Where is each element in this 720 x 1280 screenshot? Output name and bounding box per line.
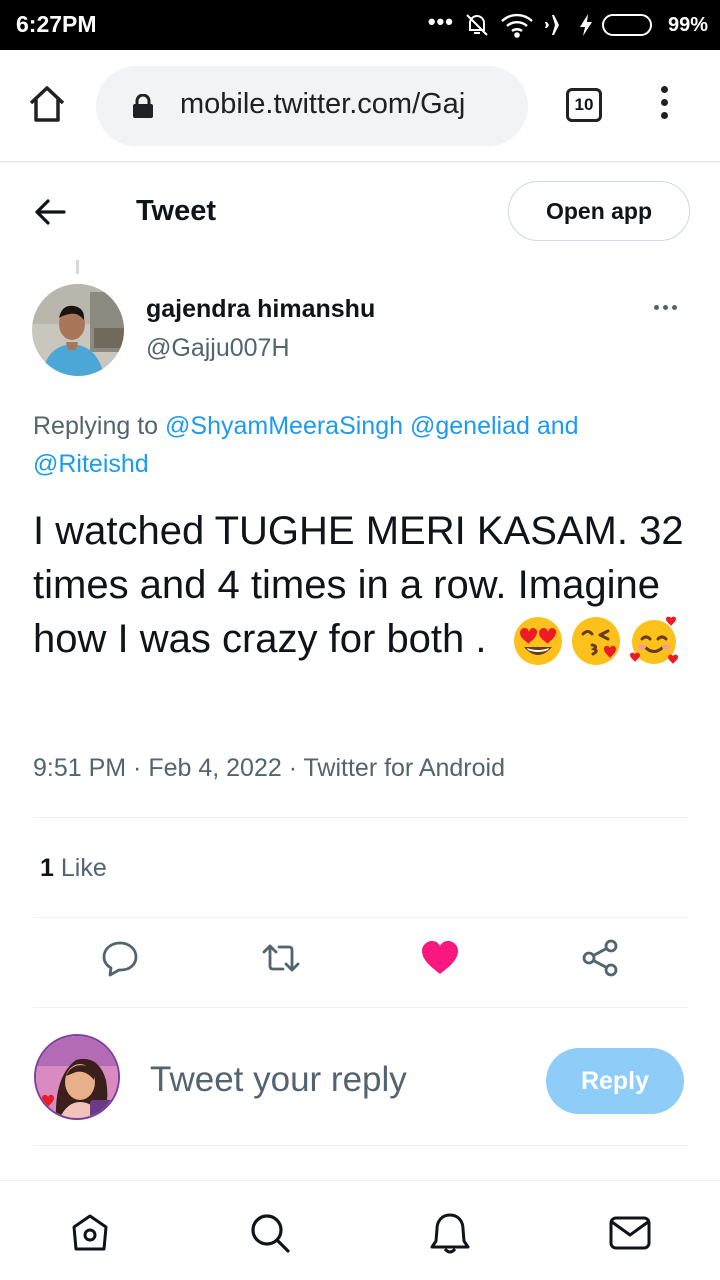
mention-link[interactable]: @Riteishd	[33, 450, 149, 478]
replying-to: Replying to @ShyamMeeraSingh @geneliad a…	[33, 407, 673, 483]
reply-avatar[interactable]	[34, 1034, 120, 1120]
author-name[interactable]: gajendra himanshu	[146, 295, 375, 324]
kissing-heart-emoji	[570, 615, 622, 667]
mention-link[interactable]: @geneliad	[410, 412, 530, 440]
tweet-text: I watched TUGHE MERI KASAM. 32 times and…	[33, 504, 693, 667]
status-icons: ••• 99%	[428, 9, 708, 41]
emoji-row	[512, 615, 680, 667]
share-icon[interactable]	[580, 938, 620, 978]
replying-and[interactable]: and	[537, 412, 579, 440]
thread-connector	[76, 260, 79, 274]
open-app-button[interactable]: Open app	[508, 181, 690, 241]
mention-link[interactable]: @ShyamMeeraSingh	[165, 412, 403, 440]
mute-icon	[464, 12, 490, 38]
lock-icon	[132, 93, 154, 118]
heart-eyes-emoji	[512, 615, 564, 667]
battery-icon	[601, 14, 652, 36]
divider	[33, 817, 688, 818]
airplane-icon	[544, 12, 570, 38]
divider	[33, 917, 688, 918]
like-count-label: Like	[60, 854, 107, 882]
home-icon[interactable]	[26, 83, 68, 125]
status-bar: 6:27PM ••• 99%	[0, 0, 720, 50]
like-count[interactable]: 1 Like	[40, 854, 107, 883]
like-count-number: 1	[40, 854, 54, 882]
divider	[33, 1145, 688, 1146]
like-icon[interactable]	[420, 938, 460, 978]
avatar[interactable]	[32, 284, 124, 376]
author-handle[interactable]: @Gajju007H	[146, 334, 290, 363]
retweet-icon[interactable]	[260, 938, 300, 978]
charging-icon	[579, 14, 592, 36]
more-dots-icon: •••	[427, 9, 454, 34]
address-bar[interactable]: mobile.twitter.com/Gaj	[96, 66, 528, 146]
reply-icon[interactable]	[100, 938, 140, 978]
tweet-meta: 9:51 PM · Feb 4, 2022 · Twitter for Andr…	[33, 754, 505, 782]
back-arrow-icon[interactable]	[34, 197, 66, 227]
notifications-icon[interactable]	[428, 1211, 472, 1255]
url-text[interactable]: mobile.twitter.com/Gaj	[180, 88, 510, 121]
messages-icon[interactable]	[608, 1211, 652, 1255]
status-time: 6:27PM	[16, 11, 97, 37]
browser-toolbar: mobile.twitter.com/Gaj 10	[0, 50, 720, 162]
tweet-header: Tweet Open app	[0, 163, 720, 258]
search-icon[interactable]	[248, 1211, 292, 1255]
menu-icon[interactable]	[654, 86, 674, 126]
battery-percent: 99%	[667, 13, 708, 36]
tabs-icon[interactable]: 10	[566, 88, 602, 122]
page-title: Tweet	[136, 195, 217, 227]
wifi-icon	[500, 12, 534, 38]
more-options-icon[interactable]	[654, 305, 677, 310]
smiling-hearts-emoji	[628, 615, 680, 667]
reply-button[interactable]: Reply	[546, 1048, 684, 1114]
reply-input[interactable]: Tweet your reply	[150, 1060, 407, 1100]
bottom-nav	[0, 1180, 720, 1280]
battery-body	[601, 14, 652, 36]
tweet-actions	[0, 938, 720, 988]
replying-prefix: Replying to	[33, 412, 159, 440]
divider	[33, 1007, 688, 1008]
home-icon[interactable]	[68, 1211, 112, 1255]
